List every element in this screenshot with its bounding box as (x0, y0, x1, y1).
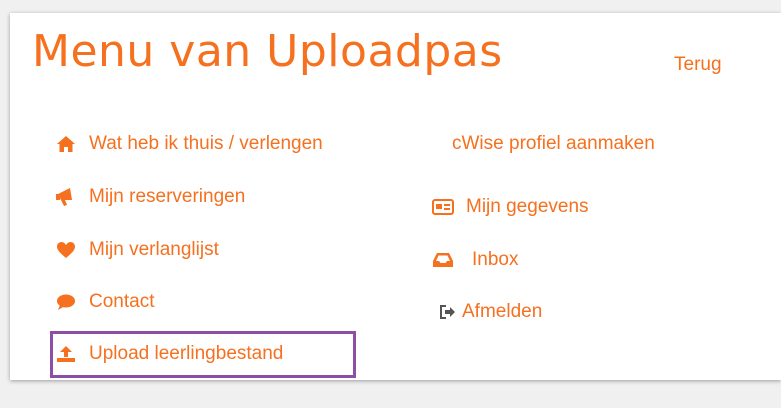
menu-item-label: Wat heb ik thuis / verlengen (89, 133, 323, 154)
inbox-icon (432, 249, 454, 271)
menu-item-label: Mijn reserveringen (89, 186, 246, 207)
sign-out-icon (440, 301, 456, 323)
heart-icon (55, 239, 77, 261)
menu-item-label: Inbox (472, 249, 519, 270)
page-title: Menu van Uploadpas (32, 26, 503, 77)
menu-item-label: Mijn verlanglijst (89, 239, 219, 260)
menu-item-loans[interactable]: Wat heb ik thuis / verlengen (55, 133, 323, 155)
menu-item-upload[interactable]: Upload leerlingbestand (55, 343, 283, 365)
bullhorn-icon (55, 186, 77, 208)
home-icon (55, 133, 77, 155)
id-card-icon (432, 196, 454, 218)
menu-item-sign-out[interactable]: Afmelden (440, 301, 542, 323)
menu-item-my-details[interactable]: Mijn gegevens (432, 196, 589, 218)
menu-item-label: cWise profiel aanmaken (452, 133, 655, 154)
menu-item-label: Upload leerlingbestand (89, 343, 284, 364)
menu-item-wishlist[interactable]: Mijn verlanglijst (55, 239, 219, 261)
menu-item-contact[interactable]: Contact (55, 291, 154, 313)
menu-item-cwise-profile[interactable]: cWise profiel aanmaken (452, 133, 655, 155)
menu-item-inbox[interactable]: Inbox (432, 249, 518, 271)
menu-item-label: Afmelden (462, 301, 543, 322)
chat-bubble-icon (55, 291, 77, 313)
upload-icon (55, 343, 77, 365)
menu-item-reservations[interactable]: Mijn reserveringen (55, 186, 245, 208)
menu-item-label: Contact (89, 291, 155, 312)
menu-item-label: Mijn gegevens (466, 196, 589, 217)
back-link[interactable]: Terug (674, 54, 722, 76)
